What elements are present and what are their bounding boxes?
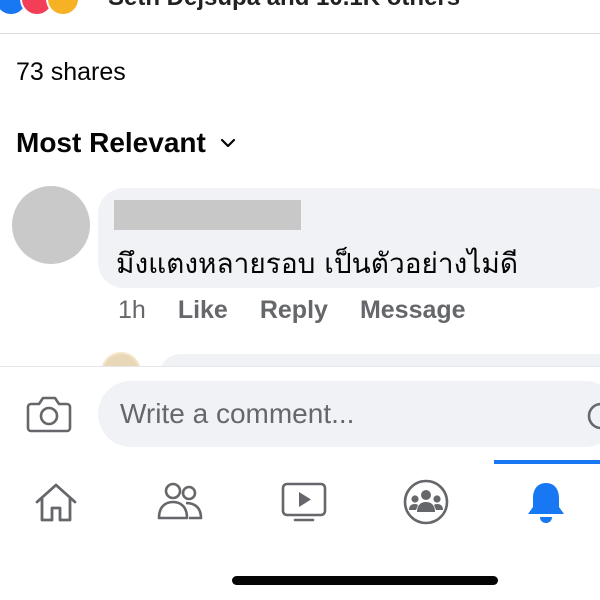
comment-actions: 1h Like Reply Message — [118, 296, 466, 325]
sticker-icon[interactable] — [584, 401, 600, 431]
active-tab-indicator — [494, 460, 600, 464]
commenter-name-redacted[interactable] — [114, 200, 301, 230]
haha-reaction-icon — [46, 0, 80, 16]
sort-label: Most Relevant — [16, 127, 206, 158]
groups-icon — [403, 479, 449, 525]
reactions-summary[interactable]: Seth Dejsupa and 10.1K others — [108, 0, 460, 12]
comment-bubble[interactable]: มึงแตงหลายรอบ เป็นตัวอย่างไม่ดี — [98, 188, 600, 288]
tab-friends[interactable] — [152, 476, 208, 528]
friends-icon — [157, 482, 203, 520]
tab-notifications[interactable] — [518, 476, 574, 528]
notifications-icon — [528, 483, 564, 523]
bottom-navigation — [0, 460, 600, 540]
commenter-avatar[interactable] — [12, 186, 90, 264]
comment-input[interactable]: Write a comment... — [98, 381, 600, 447]
watch-icon — [281, 482, 327, 522]
tab-groups[interactable] — [398, 476, 454, 528]
message-button[interactable]: Message — [360, 296, 466, 325]
home-indicator[interactable] — [232, 576, 498, 585]
comment-timestamp: 1h — [118, 296, 146, 324]
camera-icon[interactable] — [26, 393, 72, 433]
reply-button[interactable]: Reply — [260, 296, 328, 325]
tab-home[interactable] — [28, 476, 84, 528]
comment-composer: Write a comment... — [0, 366, 600, 461]
comment-sort-dropdown[interactable]: Most Relevant — [16, 127, 236, 159]
shares-count[interactable]: 73 shares — [16, 58, 126, 87]
chevron-down-icon — [220, 138, 235, 148]
home-icon — [35, 483, 77, 522]
tab-watch[interactable] — [276, 476, 332, 528]
like-button[interactable]: Like — [178, 296, 228, 325]
reaction-icons — [0, 0, 80, 16]
comment-text: มึงแตงหลายรอบ เป็นตัวอย่างไม่ดี — [116, 247, 519, 280]
reactions-row[interactable]: Seth Dejsupa and 10.1K others — [0, 0, 600, 34]
comment-input-placeholder: Write a comment... — [120, 398, 355, 429]
divider — [0, 33, 600, 34]
